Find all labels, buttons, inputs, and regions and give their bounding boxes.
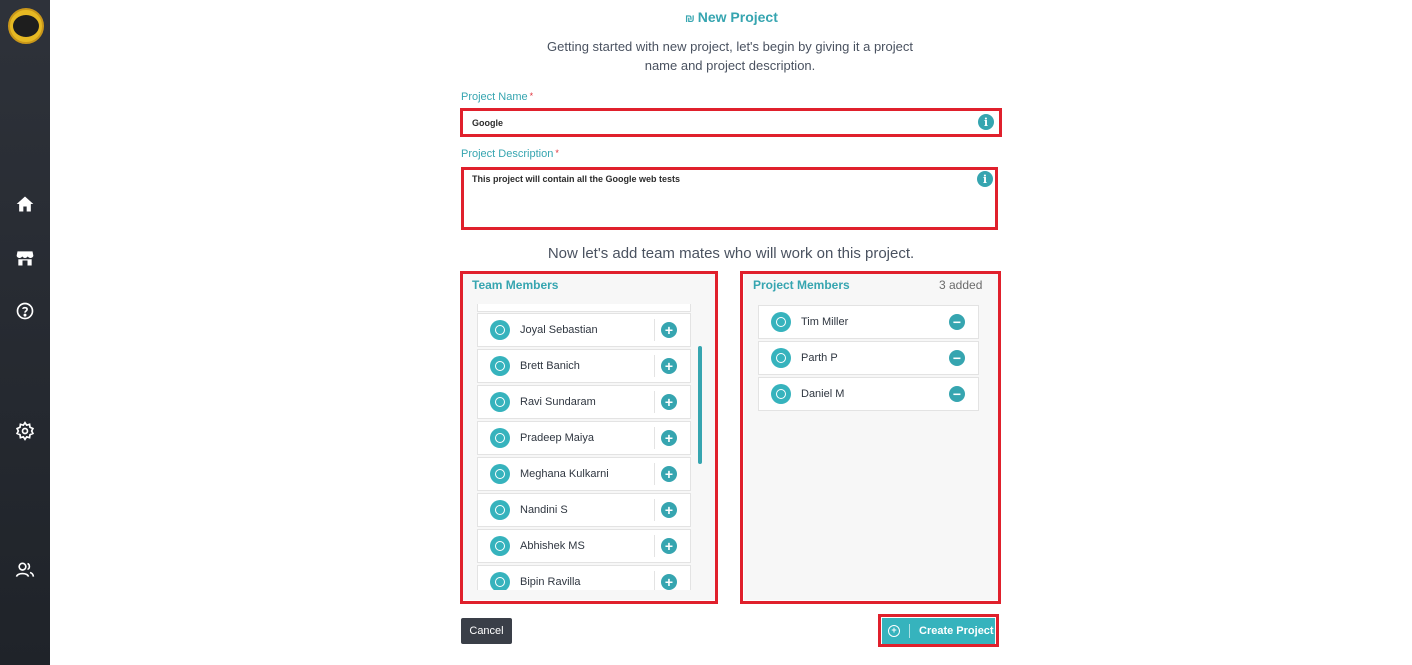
page-title: ₪ New Project <box>685 9 778 25</box>
team-member-row: Ravi Sundaram + <box>477 385 691 419</box>
required-mark: * <box>529 91 534 101</box>
avatar <box>490 392 510 412</box>
add-member-icon[interactable]: + <box>661 538 677 554</box>
create-project-button[interactable]: + Create Project <box>882 618 995 644</box>
project-name-input[interactable]: Google <box>463 111 999 134</box>
project-members-count: 3 added <box>939 278 983 292</box>
avatar <box>771 384 791 404</box>
team-member-row: Abhishek MS + <box>477 529 691 563</box>
team-member-row: Bipin Ravilla + <box>477 565 691 590</box>
required-mark: * <box>555 148 559 158</box>
store-icon[interactable] <box>13 246 37 270</box>
help-icon[interactable] <box>13 299 37 323</box>
project-member-row: Tim Miller − <box>758 305 979 339</box>
project-name-info-icon[interactable]: i <box>978 114 994 130</box>
team-member-row: Joyal Sebastian + <box>477 313 691 347</box>
team-list-scrollbar[interactable] <box>698 346 702 464</box>
remove-member-icon[interactable]: − <box>949 350 965 366</box>
team-member-row: Pradeep Maiya + <box>477 421 691 455</box>
row-divider <box>654 427 655 449</box>
team-member-row: Nandini S + <box>477 493 691 527</box>
add-member-icon[interactable]: + <box>661 502 677 518</box>
plus-circle-icon: + <box>888 625 900 637</box>
project-description-label: Project Description * <box>461 148 559 160</box>
add-member-icon[interactable]: + <box>661 466 677 482</box>
row-divider <box>654 571 655 590</box>
avatar <box>771 348 791 368</box>
project-name-label-text: Project Name <box>461 91 528 103</box>
add-member-icon[interactable]: + <box>661 430 677 446</box>
project-description-label-text: Project Description <box>461 148 554 160</box>
add-member-icon[interactable]: + <box>661 322 677 338</box>
project-name-label: Project Name * <box>461 91 533 103</box>
remove-member-icon[interactable]: − <box>949 386 965 402</box>
avatar <box>490 320 510 340</box>
team-member-row: Meghana Kulkarni + <box>477 457 691 491</box>
page-subtitle: Getting started with new project, let's … <box>547 39 913 73</box>
row-divider <box>654 319 655 341</box>
project-member-name: Daniel M <box>801 388 845 400</box>
team-member-name: Ravi Sundaram <box>520 396 596 408</box>
avatar <box>490 536 510 556</box>
project-member-row: Parth P − <box>758 341 979 375</box>
team-member-name: Joyal Sebastian <box>520 324 598 336</box>
team-members-list[interactable]: Joyal Sebastian + Brett Banich + Ravi Su… <box>477 304 693 590</box>
settings-icon[interactable] <box>13 419 37 443</box>
project-member-row: Daniel M − <box>758 377 979 411</box>
project-name-value: Google <box>472 118 503 128</box>
add-member-icon[interactable]: + <box>661 394 677 410</box>
avatar <box>490 428 510 448</box>
team-member-row <box>477 304 691 312</box>
home-icon[interactable] <box>13 192 37 216</box>
button-divider <box>909 624 910 638</box>
avatar <box>490 356 510 376</box>
project-member-name: Parth P <box>801 352 838 364</box>
row-divider <box>654 535 655 557</box>
team-member-name: Abhishek MS <box>520 540 585 552</box>
team-member-name: Meghana Kulkarni <box>520 468 609 480</box>
page-title-text: New Project <box>697 9 778 25</box>
avatar <box>490 500 510 520</box>
row-divider <box>654 499 655 521</box>
add-member-icon[interactable]: + <box>661 358 677 374</box>
avatar <box>771 312 791 332</box>
team-section-heading: Now let's add team mates who will work o… <box>547 245 915 262</box>
team-member-row: Brett Banich + <box>477 349 691 383</box>
brain-logo[interactable] <box>8 8 44 44</box>
team-member-name: Bipin Ravilla <box>520 576 581 588</box>
avatar <box>490 464 510 484</box>
project-members-list[interactable]: Tim Miller − Parth P − Daniel M − <box>758 305 979 415</box>
avatar <box>490 572 510 590</box>
brain-logo-mark <box>13 15 39 37</box>
row-divider <box>654 355 655 377</box>
row-divider <box>654 463 655 485</box>
row-divider <box>654 391 655 413</box>
team-member-name: Brett Banich <box>520 360 580 372</box>
project-icon: ₪ <box>685 13 695 25</box>
sidebar <box>0 0 50 665</box>
project-description-value: This project will contain all the Google… <box>472 174 681 184</box>
project-description-info-icon[interactable]: i <box>977 171 993 187</box>
project-description-textarea[interactable]: This project will contain all the Google… <box>464 170 995 227</box>
remove-member-icon[interactable]: − <box>949 314 965 330</box>
create-project-label: Create Project <box>919 625 994 637</box>
project-member-name: Tim Miller <box>801 316 849 328</box>
cancel-button[interactable]: Cancel <box>461 618 512 644</box>
team-member-name: Nandini S <box>520 504 568 516</box>
users-icon[interactable] <box>13 558 37 582</box>
add-member-icon[interactable]: + <box>661 574 677 590</box>
main-content: ₪ New Project Getting started with new pr… <box>50 0 1412 665</box>
team-members-title: Team Members <box>472 278 559 292</box>
team-member-name: Pradeep Maiya <box>520 432 594 444</box>
project-members-title: Project Members <box>753 278 850 292</box>
